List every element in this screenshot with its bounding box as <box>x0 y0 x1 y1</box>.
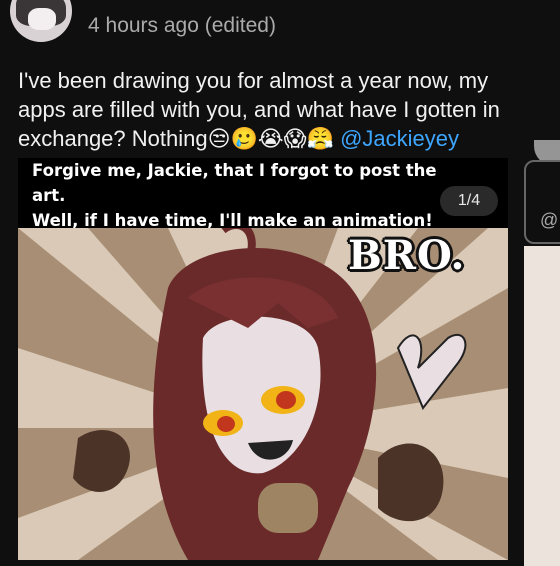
post-body: I've been drawing you for almost a year … <box>18 66 538 153</box>
next-card-frame <box>524 160 560 244</box>
mention-link[interactable]: @Jackieyey <box>340 126 459 151</box>
image-carousel[interactable]: Forgive me, Jackie, that I forgot to pos… <box>18 158 508 560</box>
image-caption: Forgive me, Jackie, that I forgot to pos… <box>32 158 472 233</box>
author-avatar[interactable] <box>10 0 72 42</box>
caption-line-1: Forgive me, Jackie, that I forgot to pos… <box>32 161 437 205</box>
next-card-image <box>524 246 560 566</box>
next-card-at-symbol: @ <box>540 210 559 230</box>
art-caption-text: BRO. <box>348 232 466 279</box>
post-timestamp[interactable]: 4 hours ago (edited) <box>88 14 276 38</box>
avatar-face <box>28 8 56 30</box>
next-card-preview[interactable]: @ <box>524 160 560 566</box>
emoji-reactions: 😒🥲😭😱😤 <box>207 126 334 151</box>
image-counter-badge: 1/4 <box>440 186 498 216</box>
